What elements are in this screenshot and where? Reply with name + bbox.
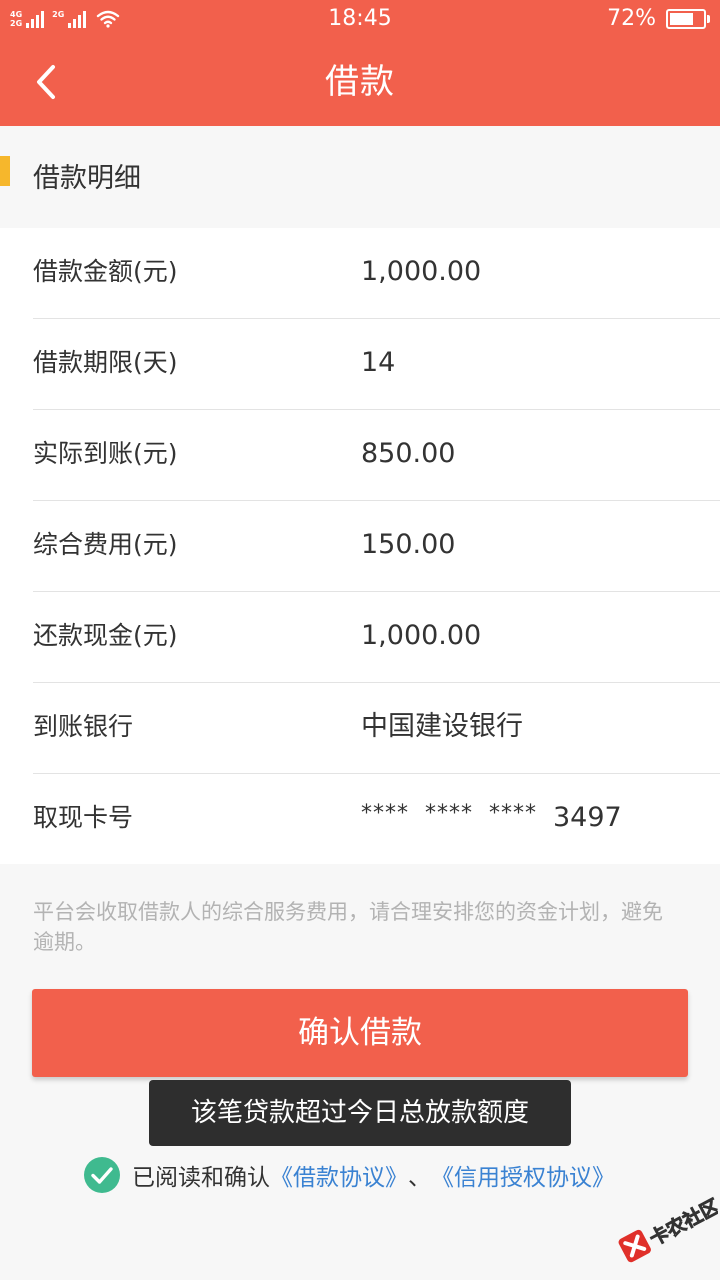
battery-percent: 72% [607, 6, 656, 31]
detail-row-actual-received: 实际到账(元) 850.00 [0, 410, 720, 501]
detail-value: 1,000.00 [361, 620, 482, 651]
detail-label: 借款金额(元) [33, 257, 178, 286]
battery-status: 72% [607, 5, 710, 33]
detail-value: 850.00 [361, 438, 456, 469]
detail-value: 150.00 [361, 529, 456, 560]
page-title: 借款 [325, 62, 395, 102]
detail-label: 到账银行 [33, 712, 134, 741]
detail-row-loan-amount: 借款金额(元) 1,000.00 [0, 228, 720, 319]
detail-label: 取现卡号 [33, 803, 134, 832]
section-marker [0, 156, 10, 186]
detail-value: 1,000.00 [361, 256, 482, 287]
toast-message: 该笔贷款超过今日总放款额度 [149, 1080, 571, 1146]
detail-label: 借款期限(天) [33, 348, 178, 377]
agreement-prefix: 已阅读和确认 [132, 1165, 270, 1191]
detail-label: 实际到账(元) [33, 439, 178, 468]
card-number-last4: 3497 [552, 802, 622, 833]
loan-detail-list: 借款金额(元) 1,000.00 借款期限(天) 14 实际到账(元) 850.… [0, 228, 720, 864]
credit-authorization-link[interactable]: 《信用授权协议》 [431, 1158, 615, 1192]
watermark-logo: 卡农社区 [618, 1194, 718, 1263]
detail-label: 综合费用(元) [33, 530, 178, 559]
status-bar: 4G 2G 2G 18:45 72% [0, 0, 720, 38]
detail-value: 14 [361, 347, 396, 378]
nav-bar: 借款 [0, 38, 720, 126]
detail-row-repayment: 还款现金(元) 1,000.00 [0, 592, 720, 683]
detail-row-total-fee: 综合费用(元) 150.00 [0, 501, 720, 592]
confirm-loan-button[interactable]: 确认借款 [32, 989, 688, 1077]
card-number: **** **** **** 3497 [361, 800, 622, 836]
battery-fill [670, 13, 693, 25]
loan-agreement-link[interactable]: 《借款协议》 [270, 1158, 408, 1192]
app-header: 4G 2G 2G 18:45 72% 借款 [0, 0, 720, 126]
fee-notice: 平台会收取借款人的综合服务费用，请合理安排您的资金计划，避免逾期。 [33, 900, 663, 954]
check-circle-icon[interactable] [84, 1157, 120, 1193]
watermark-text: 卡农社区 [646, 1194, 718, 1250]
section-header: 借款明细 [0, 126, 720, 228]
detail-value: 中国建设银行 [361, 711, 523, 742]
agreement-row: 已阅读和确认 《借款协议》 、 《信用授权协议》 [84, 1156, 615, 1194]
detail-row-card-number: 取现卡号 **** **** **** 3497 [0, 774, 720, 865]
detail-label: 还款现金(元) [33, 621, 178, 650]
section-title: 借款明细 [33, 163, 141, 194]
battery-icon [666, 9, 710, 29]
detail-row-bank: 到账银行 中国建设银行 [0, 683, 720, 774]
card-number-mask: **** **** **** [361, 801, 537, 826]
detail-row-loan-term: 借款期限(天) 14 [0, 319, 720, 410]
agreement-separator: 、 [408, 1165, 431, 1191]
